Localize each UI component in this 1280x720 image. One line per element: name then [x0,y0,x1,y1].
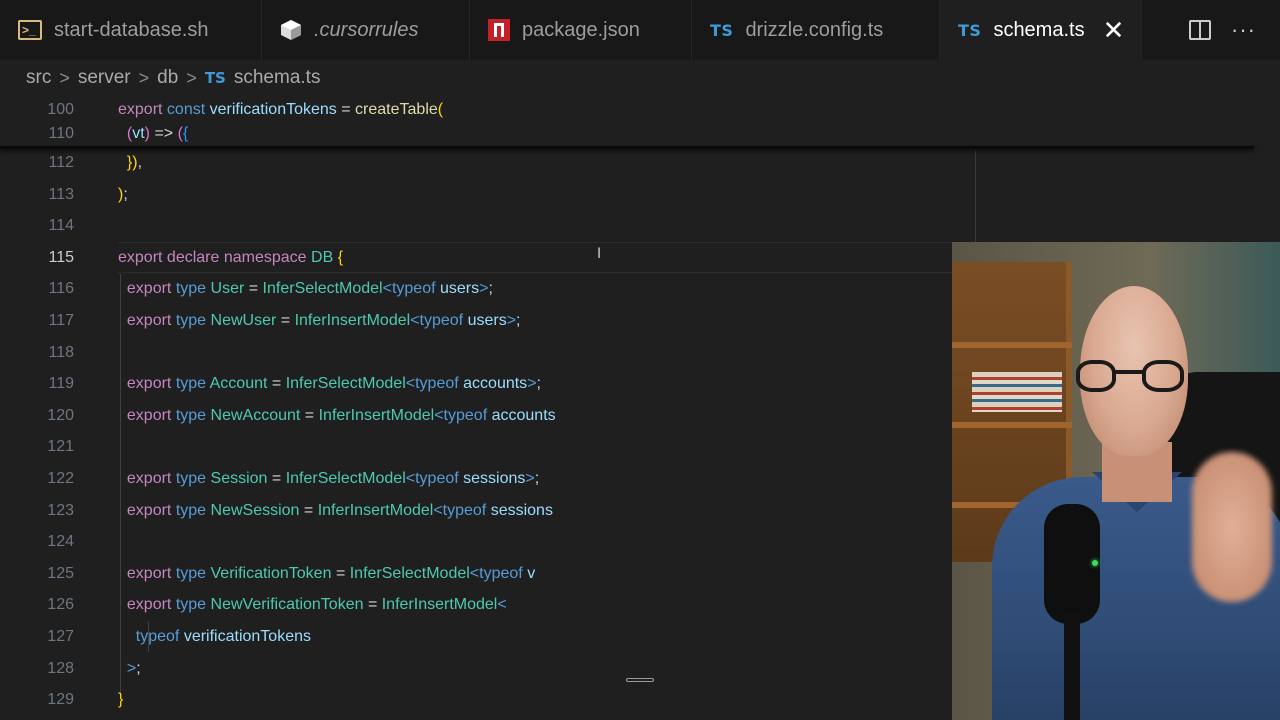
code-text: export type Account = InferSelectModel<t… [126,374,541,392]
horizontal-scroll-thumb[interactable] [626,678,654,682]
person-hand [1192,452,1272,602]
line-number: 113 [48,185,74,203]
breadcrumb-server[interactable]: server [78,67,131,89]
code-text: export declare namespace DB { [118,248,344,266]
glasses-bridge [1114,370,1144,374]
chevron-right-icon: > [186,67,197,88]
line-number: 124 [47,532,74,550]
code-text: export type Session = InferSelectModel<t… [126,469,540,487]
code-text: export type NewUser = InferInsertModel<t… [126,311,521,329]
tab-label: package.json [522,18,640,41]
cursor-icon [280,19,302,41]
code-text: export const verificationTokens = create… [118,100,444,118]
chevron-right-icon: > [138,67,150,88]
editor-tab-bar: >_ start-database.sh .cursorrules packag… [0,0,1280,60]
tab-package-json[interactable]: package.json [470,0,692,60]
line-number: 117 [48,311,74,329]
line-number: 119 [48,374,74,392]
line-number: 100 [47,100,74,118]
tab-start-database[interactable]: >_ start-database.sh [0,0,262,60]
close-icon[interactable]: ✕ [1103,17,1125,43]
breadcrumb-db[interactable]: db [157,67,178,89]
sticky-scroll-shadow [0,146,1254,149]
terminal-icon: >_ [18,20,42,40]
line-number: 116 [48,279,74,297]
mic-stand [1064,612,1080,720]
split-editor-icon[interactable] [1189,20,1212,40]
line-number: 125 [47,564,74,582]
typescript-icon: TS [710,20,734,40]
line-number: 129 [47,690,74,708]
line-number: 121 [47,437,74,455]
webcam-overlay [952,242,1280,720]
tab-schema-ts[interactable]: TS schema.ts ✕ [940,0,1142,60]
mic-led [1092,560,1098,566]
editor-ruler [975,150,976,242]
line-number: 127 [47,627,74,645]
tab-label: drizzle.config.ts [745,18,884,41]
typescript-icon: TS [204,69,226,87]
code-text: typeof verificationTokens [135,627,311,645]
code-text: }), [126,153,143,171]
tab-label: start-database.sh [54,18,209,41]
code-text: (vt) => ({ [126,124,189,142]
code-text: export type User = InferSelectModel<type… [126,279,493,297]
glasses-icon [1076,360,1116,392]
breadcrumb: src > server > db > TS schema.ts [26,64,320,92]
line-number: 120 [47,406,74,424]
sticky-scroll[interactable]: 100 export const verificationTokens = cre… [0,94,1254,148]
line-number: 115 [48,248,74,266]
typescript-icon: TS [958,20,982,40]
breadcrumb-file[interactable]: schema.ts [234,67,321,89]
line-number: 110 [48,124,74,142]
text-cursor-icon: I [597,246,602,262]
line-number: 112 [48,153,74,171]
code-text: export type NewVerificationToken = Infer… [126,595,507,613]
glasses-icon [1142,360,1184,392]
more-actions-icon[interactable]: ··· [1231,17,1256,43]
code-text: export type VerificationToken = InferSel… [126,564,536,582]
line-number: 123 [47,501,74,519]
line-number: 126 [47,595,74,613]
code-text: >; [126,659,141,677]
tab-label: .cursorrules [314,18,419,41]
line-number: 128 [47,659,74,677]
editor-actions: ··· [1189,0,1280,60]
code-text: ); [118,185,128,203]
line-number: 114 [48,216,74,234]
npm-icon [488,19,510,41]
chevron-right-icon: > [59,67,70,88]
breadcrumb-src[interactable]: src [26,67,51,89]
line-number: 122 [47,469,74,487]
tab-label: schema.ts [993,18,1085,41]
code-text: } [118,690,124,708]
tab-cursorrules[interactable]: .cursorrules [262,0,470,60]
tab-drizzle-config[interactable]: TS drizzle.config.ts [692,0,940,60]
code-text: export type NewAccount = InferInsertMode… [126,406,556,424]
line-number: 118 [48,343,74,361]
code-text: export type NewSession = InferInsertMode… [126,501,553,519]
